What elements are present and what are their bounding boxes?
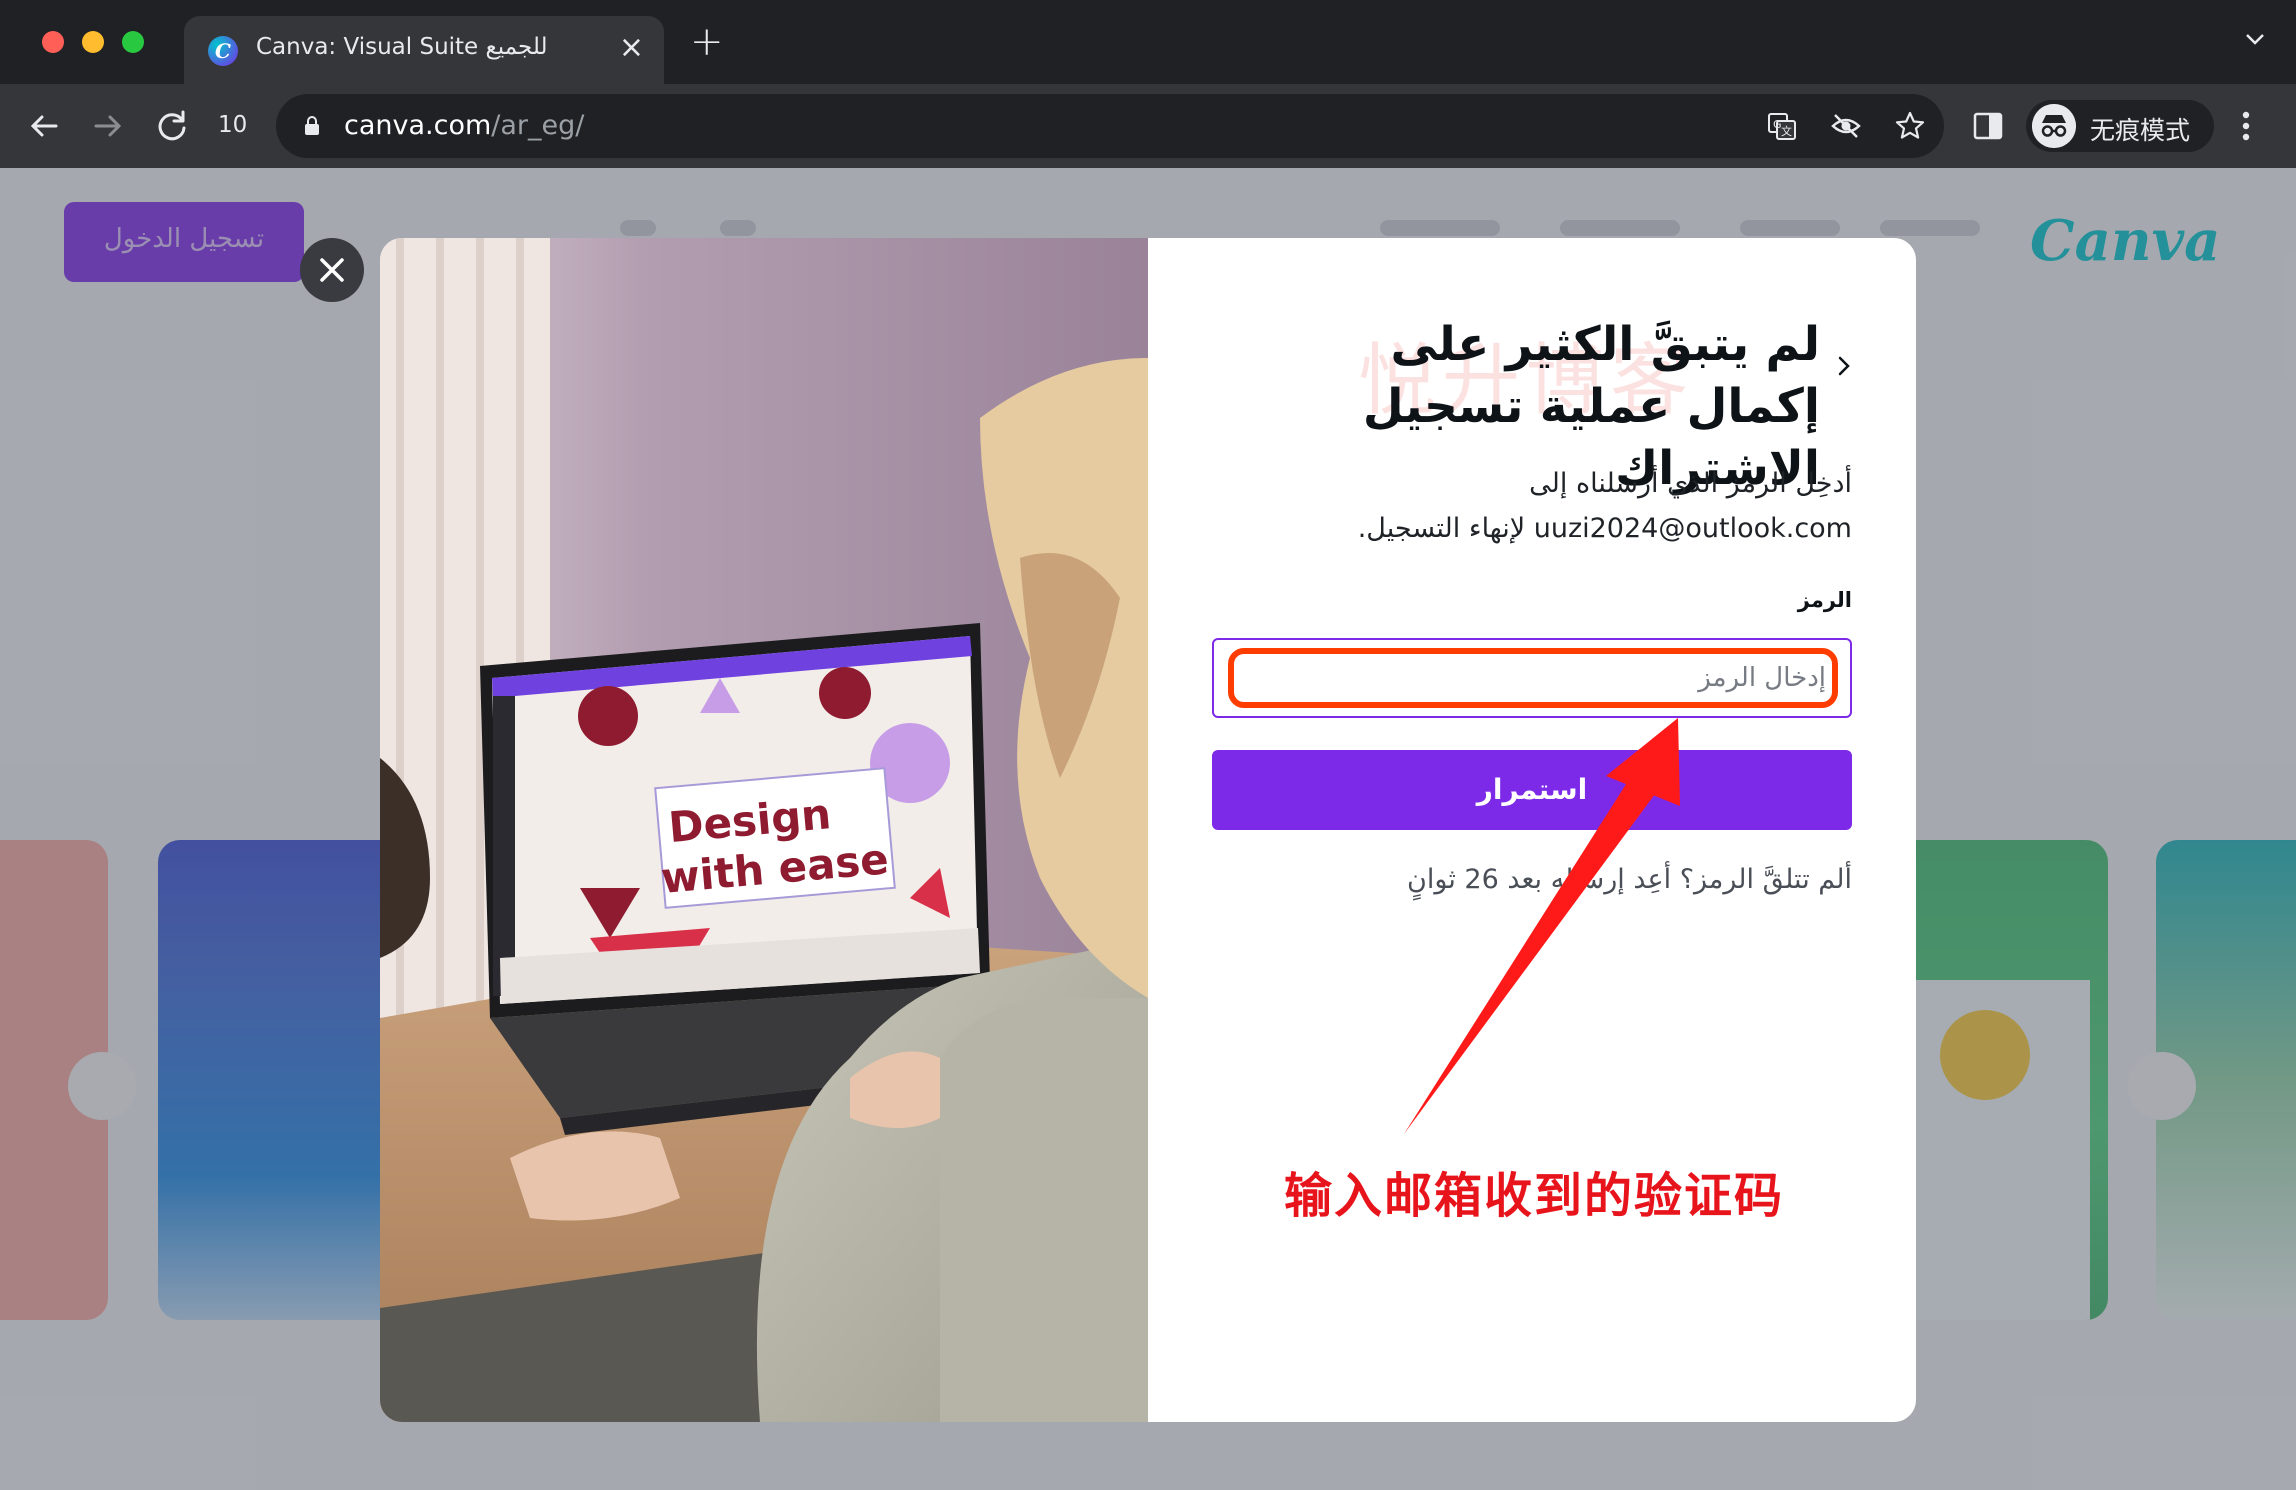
incognito-label: 无痕模式 (2090, 116, 2191, 145)
window-minimize-button[interactable] (82, 31, 104, 53)
code-field[interactable] (1212, 638, 1852, 718)
window-close-button[interactable] (42, 31, 64, 53)
code-field-label: الرمز (1797, 588, 1852, 612)
chevron-right-back-icon[interactable] (1830, 352, 1858, 380)
svg-text:文: 文 (1781, 124, 1792, 138)
browser-tab-bar: C Canva: Visual Suite للجميع × + (0, 0, 2296, 84)
side-panel-icon[interactable] (1972, 110, 2004, 142)
modal-close-button[interactable] (300, 238, 364, 302)
back-arrow-icon[interactable] (24, 106, 64, 146)
tab-title: Canva: Visual Suite للجميع (256, 34, 548, 60)
forward-arrow-icon[interactable] (88, 106, 128, 146)
eye-slash-icon[interactable] (1830, 110, 1862, 142)
continue-button[interactable]: استمرار (1212, 750, 1852, 830)
laptop-photo-illustration: Design with ease (380, 238, 1148, 1422)
tab-close-icon[interactable]: × (619, 30, 644, 66)
tab-count: 10 (218, 112, 248, 138)
browser-tab-canva[interactable]: C Canva: Visual Suite للجميع × (184, 16, 664, 84)
reload-icon[interactable] (152, 106, 192, 146)
resend-code-text: ألم تتلقَّ الرمز؟ أعِد إرساله بعد 26 ثوا… (1407, 864, 1852, 895)
incognito-badge[interactable]: 无痕模式 (2026, 100, 2214, 152)
close-icon (320, 258, 344, 282)
browser-toolbar: 10 canva.com/ar_eg/ G 文 无痕模式 (0, 84, 2296, 168)
annotation-text: 输入邮箱收到的验证码 (1284, 1168, 1785, 1224)
address-bar[interactable]: canva.com/ar_eg/ G 文 (276, 94, 1944, 158)
code-input[interactable] (1214, 640, 1850, 716)
signup-verification-modal: Design with ease 悦升博客 لم يتبقَّ الكثير ع… (380, 238, 1916, 1422)
new-tab-icon[interactable]: + (690, 22, 724, 62)
incognito-icon (2032, 104, 2076, 148)
canva-favicon-icon: C (208, 36, 238, 66)
browser-menu-icon[interactable] (2240, 106, 2252, 146)
canva-page-background: تسجيل الدخول Canva Design with ease 悦升博客… (0, 168, 2296, 1490)
verification-form: 悦升博客 لم يتبقَّ الكثير على إكمال عملية تس… (1148, 238, 1916, 1422)
tab-search-chevron-down-icon[interactable] (2244, 28, 2266, 50)
window-zoom-button[interactable] (122, 31, 144, 53)
bookmark-star-icon[interactable] (1894, 110, 1926, 142)
url-text[interactable]: canva.com/ar_eg/ (344, 110, 584, 141)
modal-description: أدخِل الرمز الذي أرسلناه إلى uuzi2024@ou… (1357, 468, 1852, 544)
translate-icon[interactable]: G 文 (1766, 110, 1798, 142)
lock-icon[interactable] (304, 116, 320, 136)
